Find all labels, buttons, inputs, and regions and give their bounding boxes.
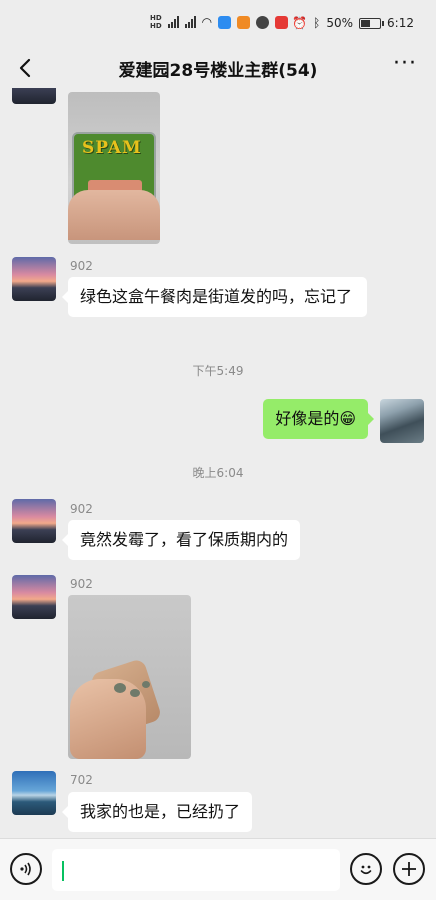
clock: 6:12 bbox=[387, 16, 414, 30]
sender-name: 702 bbox=[70, 773, 93, 787]
battery-icon bbox=[359, 17, 385, 29]
avatar[interactable] bbox=[12, 575, 56, 619]
app-notification-icon bbox=[237, 15, 251, 29]
message-bubble-self[interactable]: 好像是的😁 bbox=[263, 399, 374, 439]
input-bar bbox=[0, 838, 436, 900]
voice-button[interactable] bbox=[10, 853, 42, 885]
sender-name: 902 bbox=[70, 577, 93, 591]
app-notification-icon bbox=[256, 15, 270, 29]
message-input[interactable] bbox=[52, 849, 340, 891]
plus-icon bbox=[402, 862, 416, 876]
avatar[interactable] bbox=[12, 257, 56, 301]
avatar[interactable] bbox=[12, 88, 56, 104]
chat-header: 爱建园28号楼业主群(54) ··· bbox=[0, 50, 436, 88]
text-caret bbox=[62, 861, 64, 881]
image-message-spam-can[interactable]: SPAM bbox=[68, 92, 160, 244]
emoji-button[interactable] bbox=[350, 853, 382, 885]
signal-icon bbox=[167, 16, 179, 28]
battery-percent: 50% bbox=[326, 16, 354, 30]
more-dots-icon: ··· bbox=[393, 51, 417, 76]
hand-image bbox=[68, 190, 160, 240]
hd-icon: HD HD bbox=[150, 14, 162, 30]
emoji-icon bbox=[360, 865, 372, 875]
message-bubble[interactable]: 竟然发霉了，看了保质期内的 bbox=[61, 520, 301, 560]
sender-name: 902 bbox=[70, 502, 93, 516]
image-message-moldy-spam[interactable] bbox=[68, 595, 191, 759]
status-icons-left: HD HD ◠ bbox=[150, 14, 289, 30]
mold-spot bbox=[114, 683, 126, 693]
timestamp: 下午5:49 bbox=[192, 364, 244, 378]
avatar[interactable] bbox=[12, 771, 56, 815]
status-icons-right: ⏰ ᛒ 50% 6:12 bbox=[292, 16, 414, 30]
wifi-icon: ◠ bbox=[201, 15, 213, 29]
avatar-self[interactable] bbox=[380, 399, 424, 443]
can-label: SPAM bbox=[82, 138, 142, 158]
message-bubble[interactable]: 我家的也是，已经扔了 bbox=[61, 792, 253, 832]
more-button[interactable]: ··· bbox=[390, 51, 420, 82]
sender-name: 902 bbox=[70, 259, 93, 273]
mold-spot bbox=[130, 689, 140, 697]
chat-title: 爱建园28号楼业主群(54) bbox=[118, 61, 318, 81]
app-notification-icon bbox=[218, 15, 232, 29]
voice-icon bbox=[20, 862, 31, 876]
alarm-icon: ⏰ bbox=[292, 16, 308, 30]
mold-spot bbox=[142, 681, 150, 688]
bluetooth-icon: ᛒ bbox=[313, 16, 321, 30]
message-bubble[interactable]: 绿色这盒午餐肉是街道发的吗，忘记了 bbox=[62, 277, 367, 317]
status-bar: HD HD ◠ ⏰ ᛒ 50% 6:12 bbox=[0, 0, 436, 50]
add-button[interactable] bbox=[393, 853, 425, 885]
timestamp: 晚上6:04 bbox=[192, 466, 244, 480]
signal-icon-2 bbox=[184, 16, 196, 28]
avatar[interactable] bbox=[12, 499, 56, 543]
app-notification-icon bbox=[275, 15, 289, 29]
